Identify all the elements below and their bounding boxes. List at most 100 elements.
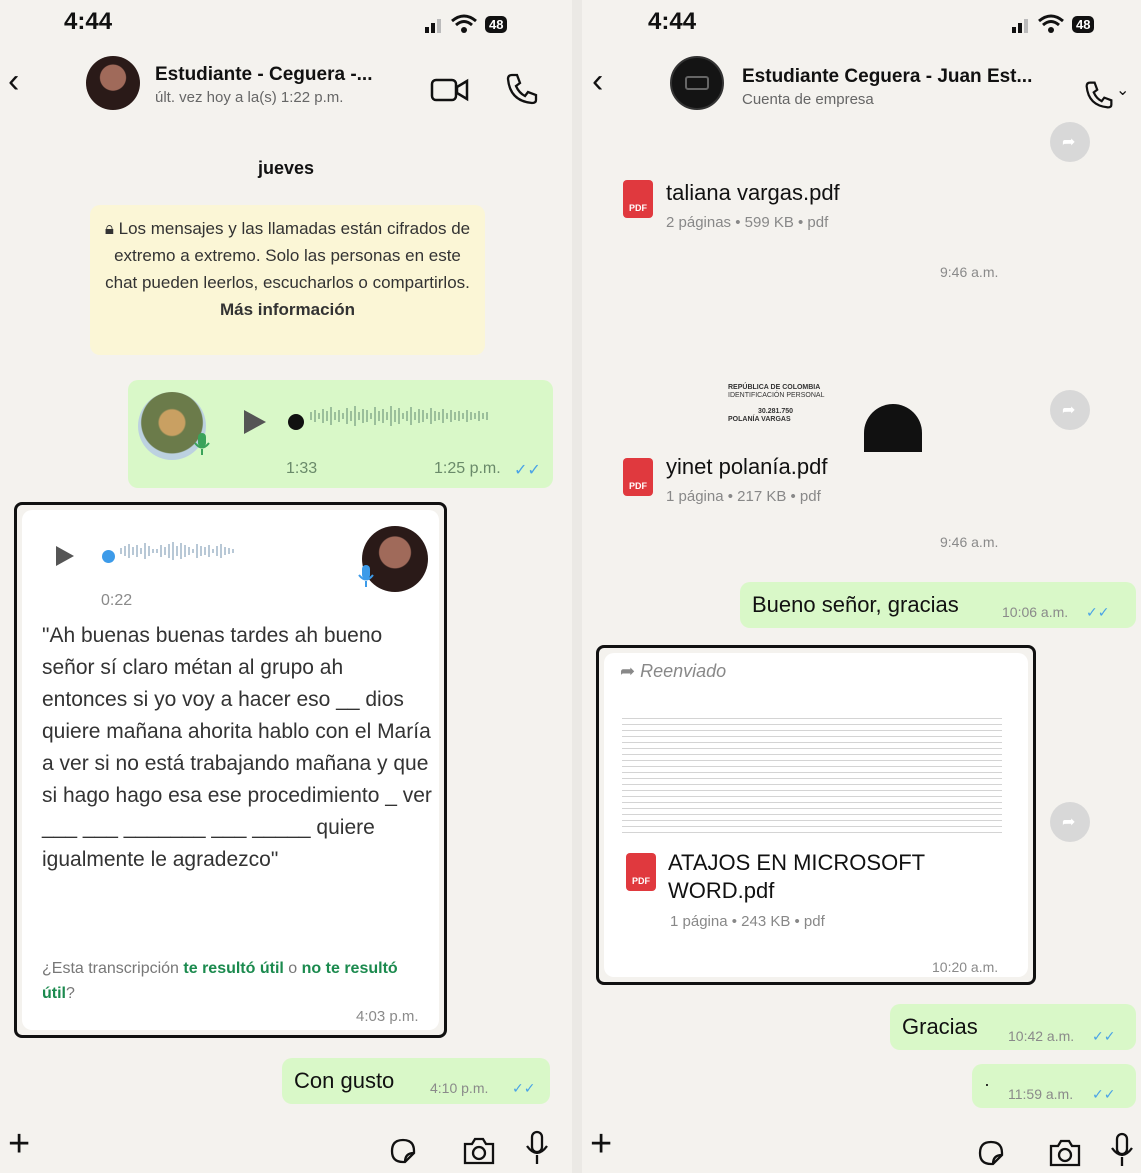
logo-mark: [685, 76, 709, 90]
read-ticks: ✓✓: [1092, 1086, 1116, 1102]
camera-icon[interactable]: [1048, 1138, 1082, 1168]
document-name: yinet polanía.pdf: [666, 454, 828, 479]
status-time: 4:44: [648, 8, 697, 35]
text-message-outgoing[interactable]: Gracias 10:42 a.m. ✓✓: [890, 1004, 1136, 1050]
mic-icon: [194, 433, 210, 455]
voice-message-incoming[interactable]: 0:22 "Ah buenas buenas tardes ah bueno s…: [22, 510, 439, 1030]
forwarded-text: Reenviado: [640, 661, 727, 681]
forward-arrow-icon: ➦: [620, 661, 641, 681]
message-time: 11:59 a.m.: [1008, 1086, 1074, 1102]
lock-icon: 🔒︎: [104, 219, 114, 238]
forward-icon: ➦: [1062, 814, 1076, 831]
feedback-useful-link[interactable]: te resultó útil: [183, 960, 283, 977]
phone-call-icon[interactable]: [505, 72, 539, 106]
microphone-icon[interactable]: [1110, 1132, 1134, 1168]
forward-button[interactable]: ➦: [1050, 802, 1090, 842]
feedback-suffix: ?: [66, 985, 75, 1002]
document-meta: 1 página • 217 KB • pdf: [666, 488, 821, 505]
message-text: Bueno señor, gracias: [752, 592, 959, 617]
left-chat-screen: 4:44 48 ‹ Estudiante - Ceguera -... últ.…: [0, 0, 572, 1173]
chevron-down-icon[interactable]: ⌄: [1116, 80, 1129, 100]
signal-icon: [1012, 15, 1030, 33]
signal-icon: [425, 15, 443, 33]
read-ticks: ✓✓: [1092, 1028, 1116, 1044]
back-button[interactable]: ‹: [592, 62, 603, 101]
document-meta: 1 página • 243 KB • pdf: [670, 913, 825, 930]
preview-line-1: REPÚBLICA DE COLOMBIA: [728, 384, 821, 391]
read-ticks: ✓✓: [514, 462, 541, 479]
highlight-frame: ➦ Reenviado PDF ATAJOS EN MICROSOFT WORD…: [596, 645, 1036, 985]
wifi-icon: [451, 14, 477, 33]
text-message-outgoing[interactable]: · 11:59 a.m. ✓✓: [972, 1064, 1136, 1108]
playhead-dot[interactable]: [102, 550, 115, 563]
battery-icon: 48: [485, 15, 508, 33]
waveform[interactable]: [120, 542, 236, 570]
message-time: 10:06 a.m.: [1002, 604, 1069, 620]
pdf-icon: PDF: [623, 180, 653, 218]
highlight-frame: 0:22 "Ah buenas buenas tardes ah bueno s…: [14, 502, 447, 1038]
read-ticks: ✓✓: [1086, 604, 1110, 620]
document-name: ATAJOS EN MICROSOFT WORD.pdf: [668, 850, 925, 903]
forwarded-document-message[interactable]: ➦ Reenviado PDF ATAJOS EN MICROSOFT WORD…: [604, 653, 1028, 977]
text-message-outgoing[interactable]: Con gusto 4:10 p.m. ✓✓: [282, 1058, 550, 1104]
wifi-icon: [1038, 14, 1064, 33]
play-icon[interactable]: [54, 544, 76, 568]
mic-icon: [358, 565, 374, 587]
read-ticks: ✓✓: [512, 1080, 536, 1096]
status-icons: 48: [425, 14, 508, 34]
forward-icon: ➦: [1062, 402, 1076, 419]
sticker-icon[interactable]: [976, 1138, 1006, 1168]
right-chat-screen: 4:44 48 ‹ Estudiante Ceguera - Juan Est.…: [582, 0, 1141, 1173]
encryption-text: Los mensajes y las llamadas están cifrad…: [105, 219, 471, 292]
document-name: taliana vargas.pdf: [666, 180, 840, 205]
business-account-label: Cuenta de empresa: [742, 91, 874, 108]
more-info-link[interactable]: Más información: [220, 300, 355, 319]
contact-name[interactable]: Estudiante Ceguera - Juan Est...: [742, 66, 1032, 88]
voice-duration: 1:33: [286, 460, 318, 477]
transcript-feedback: ¿Esta transcripción te resultó útil o no…: [42, 956, 432, 1006]
date-chip: jueves: [258, 158, 315, 178]
status-icons: 48: [1012, 14, 1095, 34]
video-call-icon[interactable]: [430, 76, 470, 104]
pdf-icon: PDF: [623, 458, 653, 496]
battery-icon: 48: [1072, 15, 1095, 33]
pdf-icon: PDF: [626, 853, 656, 891]
forward-button[interactable]: ➦: [1050, 390, 1090, 430]
play-icon[interactable]: [242, 408, 268, 436]
message-text: Gracias: [902, 1014, 978, 1039]
voice-message-outgoing[interactable]: 1:33 1:25 p.m. ✓✓: [128, 380, 553, 488]
document-meta: 2 páginas • 599 KB • pdf: [666, 214, 829, 231]
camera-icon[interactable]: [462, 1136, 496, 1166]
forward-button[interactable]: ➦: [1050, 122, 1090, 162]
contact-avatar[interactable]: [86, 56, 140, 110]
preview-line-2: IDENTIFICACIÓN PERSONAL: [728, 392, 825, 399]
document-preview: [622, 713, 1002, 833]
message-time: 10:42 a.m.: [1008, 1028, 1075, 1044]
text-message-outgoing[interactable]: Bueno señor, gracias 10:06 a.m. ✓✓: [740, 582, 1136, 628]
message-time: 1:25 p.m.: [434, 460, 501, 477]
feedback-or: o: [288, 960, 298, 977]
waveform[interactable]: [310, 406, 490, 436]
document-message[interactable]: PDF taliana vargas.pdf 2 páginas • 599 K…: [610, 124, 1040, 288]
forwarded-label: ➦ Reenviado: [620, 661, 726, 682]
message-text: ·: [984, 1074, 990, 1094]
attach-plus-icon[interactable]: +: [590, 1124, 612, 1164]
message-time: 4:10 p.m.: [430, 1080, 489, 1096]
phone-call-icon[interactable]: [1084, 80, 1114, 110]
attach-plus-icon[interactable]: +: [8, 1124, 30, 1164]
back-button[interactable]: ‹: [8, 62, 19, 101]
voice-duration: 0:22: [101, 592, 133, 609]
sticker-icon[interactable]: [388, 1136, 418, 1166]
message-time: 10:20 a.m.: [932, 959, 999, 975]
playhead-dot[interactable]: [288, 414, 304, 430]
microphone-icon[interactable]: [525, 1130, 549, 1166]
contact-name[interactable]: Estudiante - Ceguera -...: [155, 64, 372, 86]
last-seen: últ. vez hoy a la(s) 1:22 p.m.: [155, 89, 344, 106]
forward-icon: ➦: [1062, 134, 1076, 151]
status-time: 4:44: [64, 8, 113, 35]
message-time: 9:46 a.m.: [940, 264, 999, 280]
encryption-notice[interactable]: 🔒︎ Los mensajes y las llamadas están cif…: [90, 205, 485, 355]
document-message[interactable]: REPÚBLICA DE COLOMBIA IDENTIFICACIÓN PER…: [610, 370, 1040, 556]
message-text: Con gusto: [294, 1068, 395, 1093]
transcript-text: "Ah buenas buenas tardes ah bueno señor …: [42, 624, 432, 871]
